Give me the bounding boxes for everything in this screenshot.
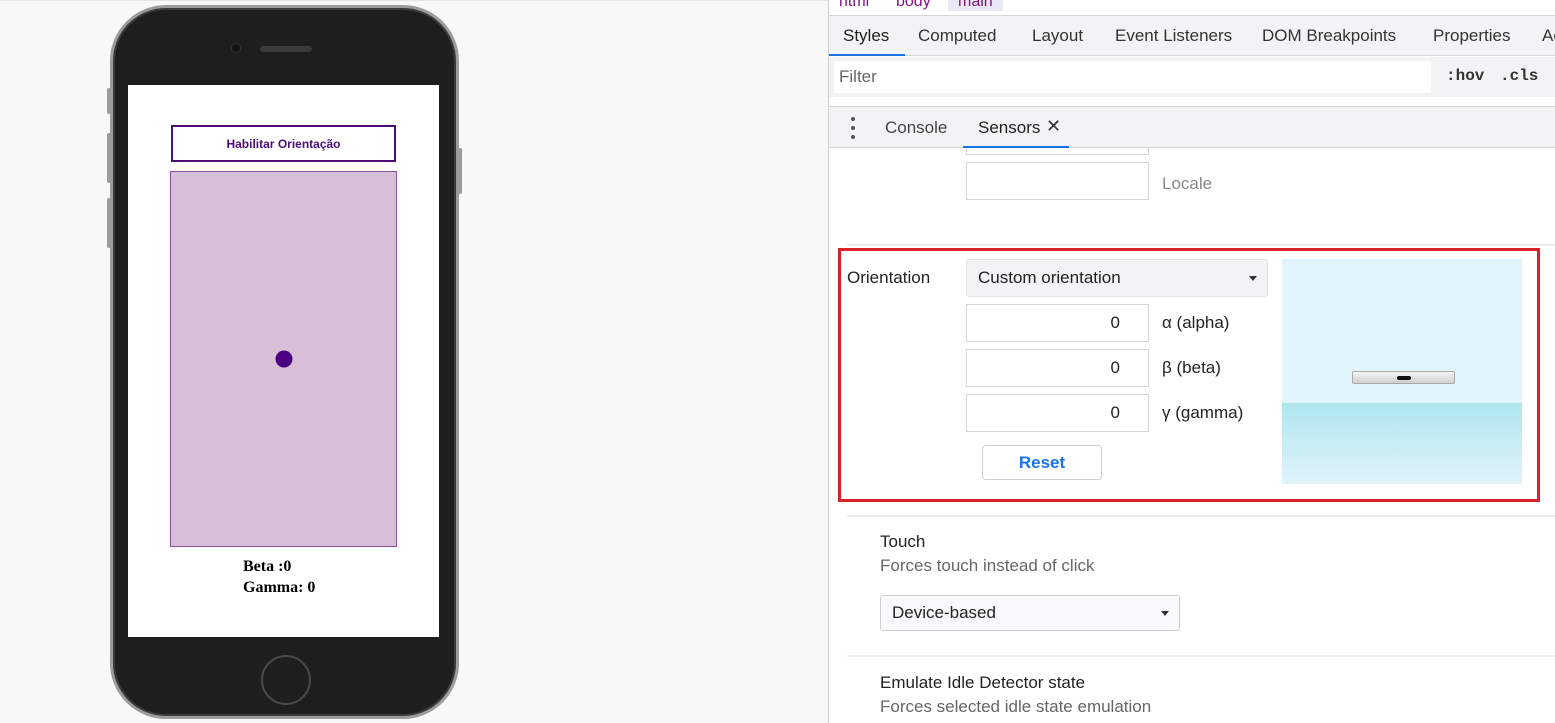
gamma-readout: Gamma: 0 xyxy=(243,579,316,596)
beta-label: β (beta) xyxy=(1162,358,1221,377)
styles-filter-bar: :hov .cls xyxy=(829,57,1555,97)
alpha-label: α (alpha) xyxy=(1162,313,1230,332)
tab-accessibility[interactable]: Accessibility xyxy=(1542,26,1555,46)
drawer-tabbar: Console Sensors ✕ xyxy=(829,107,1555,148)
idle-description: Forces selected idle state emulation xyxy=(880,697,1152,716)
close-icon[interactable]: ✕ xyxy=(1046,116,1061,137)
gamma-label: γ (gamma) xyxy=(1162,403,1244,422)
ball xyxy=(275,350,292,368)
section-divider xyxy=(847,515,1555,517)
chevron-down-icon xyxy=(1249,276,1257,281)
styles-pane-edge xyxy=(829,97,1555,107)
orientation-preview[interactable] xyxy=(1282,259,1522,484)
breadcrumb: html body main xyxy=(829,0,1555,16)
orientation-label: Orientation xyxy=(847,268,931,287)
drawer-tab-console[interactable]: Console xyxy=(885,118,947,138)
phone-screen: Habilitar Orientação Beta :0 Gamma: 0 xyxy=(128,85,439,637)
preview-floor xyxy=(1282,403,1522,484)
locale-input[interactable] xyxy=(966,162,1149,200)
chevron-down-icon xyxy=(1161,611,1169,616)
gamma-input[interactable] xyxy=(966,394,1149,432)
styles-filter-input[interactable] xyxy=(834,61,1431,93)
tab-styles[interactable]: Styles xyxy=(843,26,889,46)
section-divider xyxy=(847,244,1555,246)
beta-readout: Beta :0 xyxy=(243,558,292,575)
tab-event-listeners[interactable]: Event Listeners xyxy=(1115,26,1232,46)
tab-dom-breakpoints[interactable]: DOM Breakpoints xyxy=(1262,26,1396,46)
phone-mute-switch xyxy=(107,88,111,114)
touch-description: Forces touch instead of click xyxy=(880,556,1095,575)
active-tab-indicator xyxy=(829,54,905,56)
reset-button[interactable]: Reset xyxy=(982,445,1102,480)
phone-power-button xyxy=(458,148,462,194)
locale-label: Locale xyxy=(1162,174,1213,193)
more-tools-icon[interactable] xyxy=(849,117,857,139)
beta-input[interactable] xyxy=(966,349,1149,387)
device-viewport: Habilitar Orientação Beta :0 Gamma: 0 xyxy=(0,0,828,723)
tab-properties[interactable]: Properties xyxy=(1433,26,1510,46)
phone-volume-up xyxy=(107,133,111,183)
device-model-icon xyxy=(1352,371,1455,384)
breadcrumb-body[interactable]: body xyxy=(896,0,931,11)
alpha-input[interactable] xyxy=(966,304,1149,342)
speaker-grille xyxy=(260,46,312,52)
breadcrumb-html[interactable]: html xyxy=(839,0,869,11)
sensors-panel: Locale Orientation Custom orientation α … xyxy=(829,148,1555,723)
touch-title: Touch xyxy=(880,532,926,551)
touch-select[interactable]: Device-based xyxy=(880,595,1180,631)
devtools-panel: html body main Styles Computed Layout Ev… xyxy=(828,0,1555,723)
section-divider xyxy=(847,655,1555,657)
ball-area xyxy=(170,171,397,547)
orientation-select-value: Custom orientation xyxy=(978,268,1121,287)
hov-toggle[interactable]: :hov xyxy=(1446,67,1484,85)
touch-select-value: Device-based xyxy=(892,603,996,622)
orientation-readout: Beta :0 Gamma: 0 xyxy=(243,556,315,598)
camera-icon xyxy=(231,43,241,53)
orientation-select[interactable]: Custom orientation xyxy=(966,259,1268,297)
tab-computed[interactable]: Computed xyxy=(918,26,996,46)
cls-toggle[interactable]: .cls xyxy=(1500,67,1538,85)
location-field-partial[interactable] xyxy=(966,148,1149,155)
tab-layout[interactable]: Layout xyxy=(1032,26,1083,46)
breadcrumb-main[interactable]: main xyxy=(948,0,1003,11)
phone-frame: Habilitar Orientação Beta :0 Gamma: 0 xyxy=(107,5,462,719)
enable-orientation-button[interactable]: Habilitar Orientação xyxy=(171,125,396,162)
phone-volume-down xyxy=(107,198,111,248)
idle-title: Emulate Idle Detector state xyxy=(880,673,1086,692)
styles-tabbar: Styles Computed Layout Event Listeners D… xyxy=(829,16,1555,56)
home-button[interactable] xyxy=(261,655,311,705)
drawer-tab-sensors[interactable]: Sensors xyxy=(978,118,1040,138)
